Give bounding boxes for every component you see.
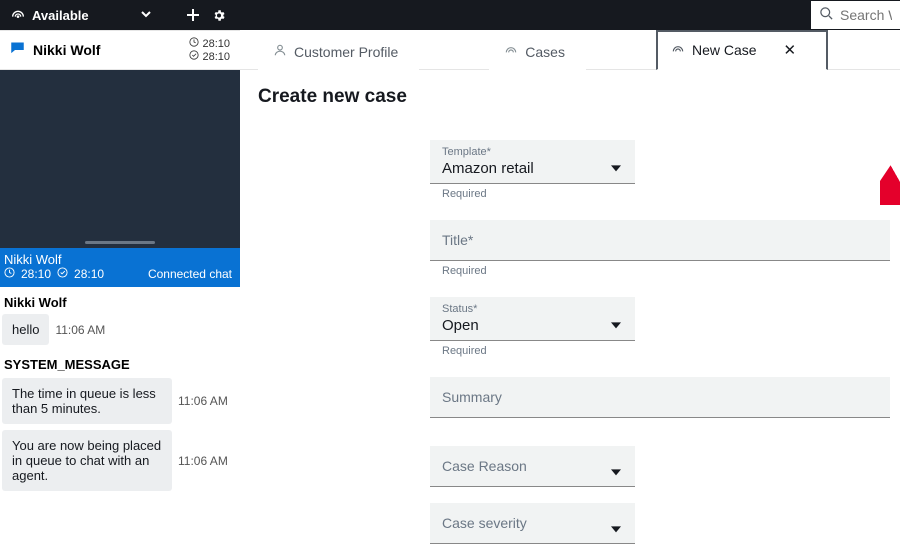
page-title: Create new case [240, 70, 900, 118]
contact-row[interactable]: Nikki Wolf 28:10 28:10 [0, 30, 240, 70]
chat-bubble: hello [2, 314, 49, 345]
gear-icon[interactable] [212, 8, 226, 22]
connect-logo-icon [10, 7, 26, 24]
chat-message-row: The time in queue is less than 5 minutes… [2, 378, 236, 424]
search-icon [819, 6, 834, 24]
tab-label: Cases [525, 44, 565, 60]
chevron-down-icon [611, 462, 621, 480]
chat-timestamp: 11:06 AM [178, 454, 228, 468]
chat-message-row: hello 11:06 AM [2, 314, 236, 345]
person-icon [273, 43, 287, 60]
field-label: Template* [442, 146, 623, 158]
tab-cases[interactable]: Cases [489, 32, 586, 70]
chevron-down-icon [611, 519, 621, 537]
template-select[interactable]: Template* Amazon retail [430, 140, 635, 184]
clock-icon [4, 267, 15, 281]
main-panel: Customer Profile Cases New Case ✕ Create… [240, 30, 900, 515]
chat-sender-name: Nikki Wolf [2, 291, 236, 314]
plus-icon[interactable] [186, 8, 200, 22]
chat-timestamp: 11:06 AM [178, 394, 228, 408]
chevron-down-icon [140, 8, 152, 23]
field-label: Case Reason [442, 458, 623, 474]
active-contact-name: Nikki Wolf [4, 252, 232, 267]
new-case-form: Template* Amazon retail Required Title* … [240, 118, 900, 548]
field-label: Status* [442, 303, 623, 315]
tab-customer-profile[interactable]: Customer Profile [258, 32, 419, 70]
required-hint: Required [430, 184, 900, 216]
contact-preview-area [0, 70, 240, 248]
required-hint: Required [430, 261, 900, 293]
chevron-down-icon [611, 158, 621, 176]
agent-status-label: Available [32, 8, 89, 23]
search-input[interactable] [840, 7, 892, 23]
required-hint: Required [430, 341, 900, 373]
case-severity-select[interactable]: Case severity [430, 503, 635, 544]
contact-name: Nikki Wolf [33, 42, 100, 58]
check-circle-icon [57, 267, 68, 281]
chat-timestamp: 11:06 AM [55, 323, 105, 337]
system-message-header: SYSTEM_MESSAGE [2, 351, 236, 378]
chat-transcript: Nikki Wolf hello 11:06 AM SYSTEM_MESSAGE… [0, 287, 240, 497]
summary-input[interactable]: Summary [430, 377, 890, 418]
active-contact-strip[interactable]: Nikki Wolf 28:10 28:10 Connected chat [0, 248, 240, 287]
chat-message-row: You are now being placed in queue to cha… [2, 430, 236, 491]
agent-status[interactable]: Available [0, 7, 162, 24]
chat-bubble: The time in queue is less than 5 minutes… [2, 378, 172, 424]
cases-icon [671, 42, 685, 59]
title-input[interactable]: Title* [430, 220, 890, 261]
resize-handle[interactable] [85, 241, 155, 244]
field-label: Case severity [442, 515, 623, 531]
close-icon[interactable]: ✕ [784, 41, 797, 59]
connection-state: Connected chat [148, 267, 232, 281]
chevron-down-icon [611, 315, 621, 333]
clock-icon [189, 37, 199, 50]
left-panel: Nikki Wolf 28:10 28:10 Nikki Wolf 28:10 … [0, 30, 240, 515]
tab-bar: Customer Profile Cases New Case ✕ [240, 30, 900, 70]
contact-timers: 28:10 28:10 [189, 37, 230, 63]
check-circle-icon [189, 50, 199, 63]
tab-label: Customer Profile [294, 44, 398, 60]
chat-icon [10, 41, 25, 59]
cases-icon [504, 43, 518, 60]
tab-label: New Case [692, 42, 757, 58]
chat-bubble: You are now being placed in queue to cha… [2, 430, 172, 491]
status-select[interactable]: Status* Open [430, 297, 635, 341]
tab-new-case[interactable]: New Case ✕ [656, 30, 828, 70]
case-reason-select[interactable]: Case Reason [430, 446, 635, 487]
field-label: Summary [442, 389, 878, 405]
global-search[interactable] [811, 1, 900, 29]
field-value: Open [442, 317, 623, 334]
top-bar: Available [0, 0, 900, 30]
field-label: Title* [442, 232, 878, 248]
field-value: Amazon retail [442, 160, 623, 177]
